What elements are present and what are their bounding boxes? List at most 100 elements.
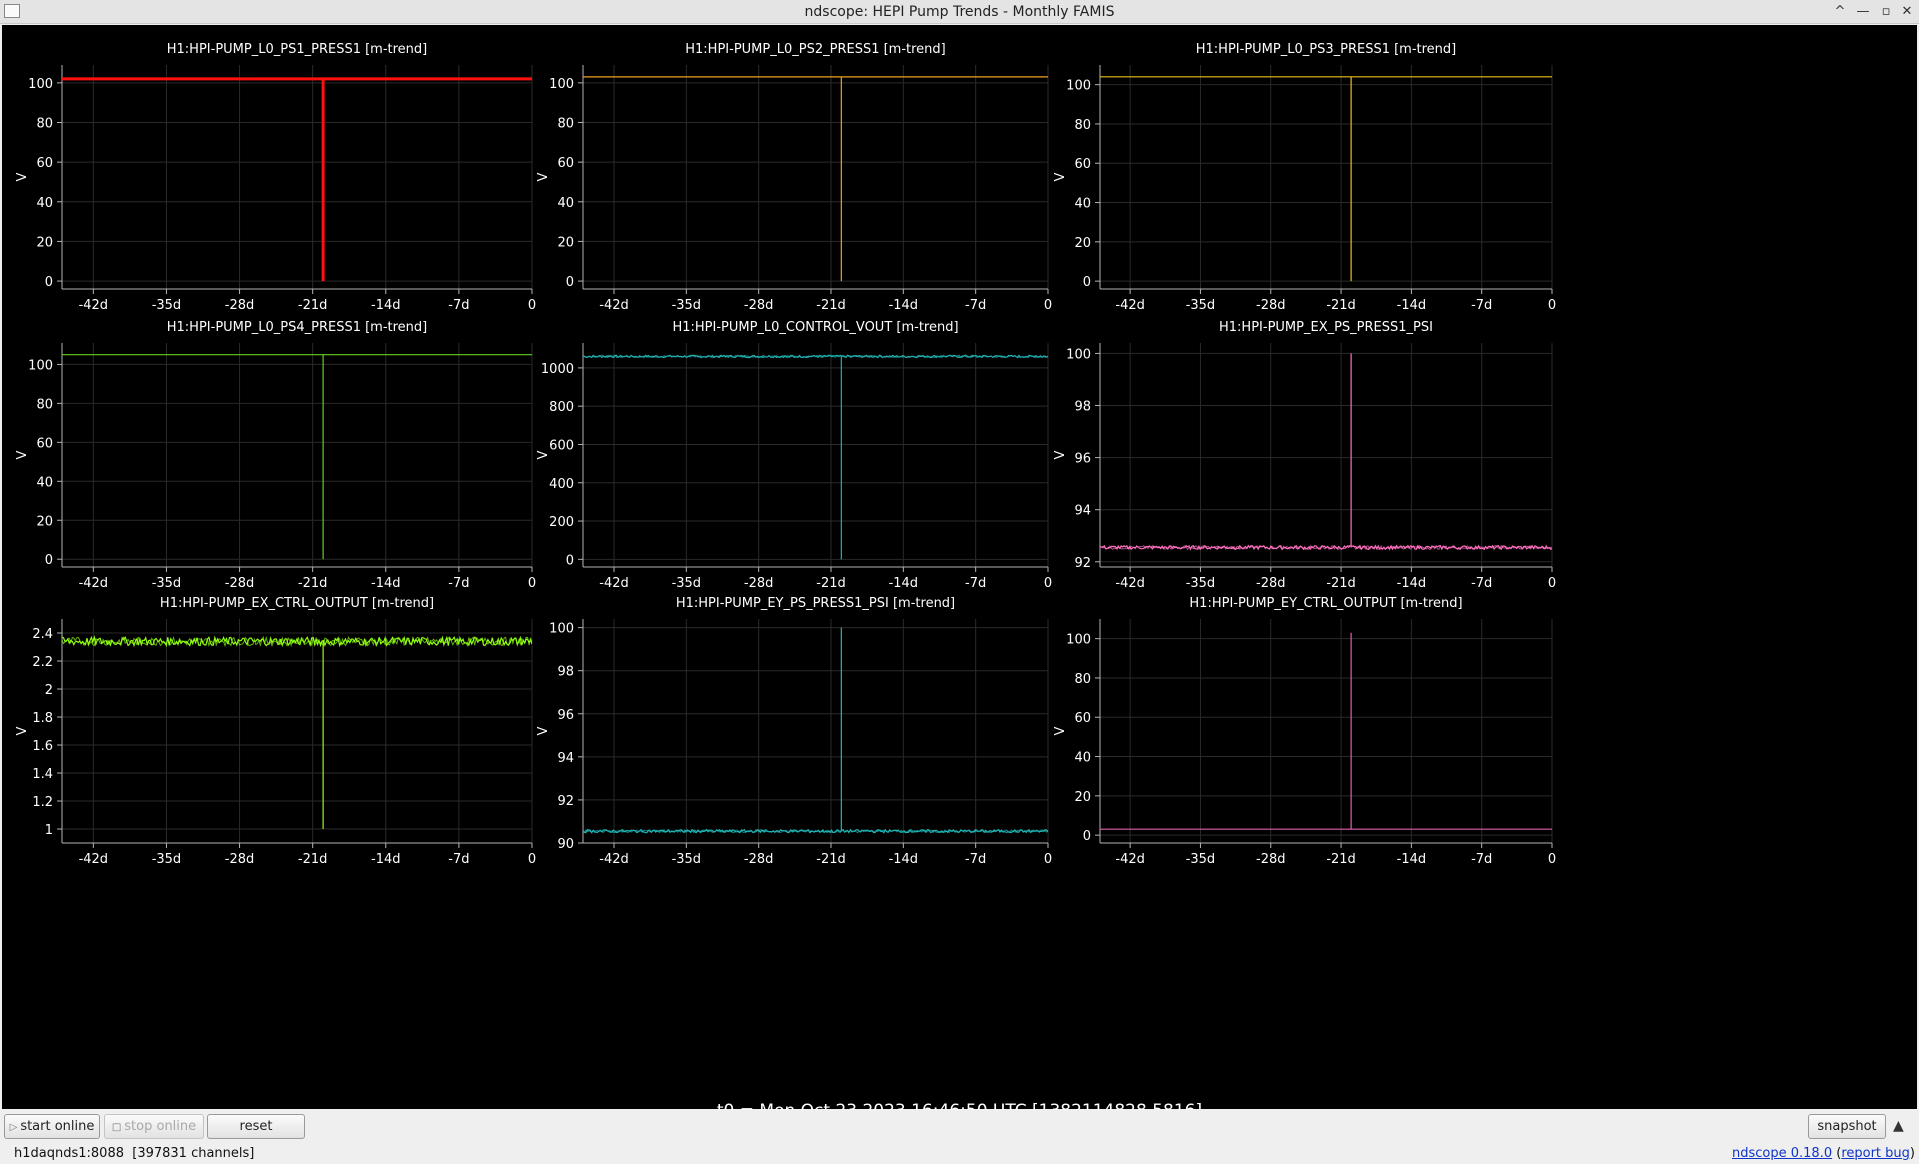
x-tick-label: -28d xyxy=(744,576,774,591)
y-tick-label: 80 xyxy=(36,116,53,131)
y-tick-label: 2.4 xyxy=(32,627,53,642)
y-tick-label: 60 xyxy=(36,156,53,171)
plot-panel[interactable]: H1:HPI-PUMP_L0_PS3_PRESS1 [m-trend] 0 20 40… xyxy=(1053,42,1556,313)
x-tick-label: -21d xyxy=(816,576,846,591)
y-axis-label: V xyxy=(15,726,30,735)
plot-panel[interactable]: H1:HPI-PUMP_L0_PS2_PRESS1 [m-trend] 0 20 40… xyxy=(536,42,1052,313)
y-tick-label: 60 xyxy=(1074,711,1091,726)
snapshot-button[interactable]: snapshot xyxy=(1808,1114,1886,1139)
y-tick-label: 92 xyxy=(1074,556,1091,571)
plot-panel[interactable]: H1:HPI-PUMP_L0_PS1_PRESS1 [m-trend] 0 20 40… xyxy=(15,42,536,313)
y-tick-label: 60 xyxy=(1074,157,1091,172)
plot-panel[interactable]: H1:HPI-PUMP_EX_PS_PRESS1_PSI 92 94 96 98 100 -… xyxy=(1053,320,1556,591)
x-tick-label: 0 xyxy=(1548,298,1556,313)
y-tick-label: 100 xyxy=(28,77,53,92)
y-tick-label: 1.2 xyxy=(32,795,53,810)
plot-area[interactable]: H1:HPI-PUMP_L0_PS1_PRESS1 [m-trend] 0 20 40… xyxy=(2,25,1917,1121)
trace-group xyxy=(62,354,532,560)
start-online-button[interactable]: ▷ start online xyxy=(4,1114,100,1139)
x-tick-label: 0 xyxy=(1044,298,1052,313)
minimize-button[interactable]: — xyxy=(1853,2,1873,22)
y-tick-label: 40 xyxy=(1074,197,1091,212)
y-tick-label: 0 xyxy=(566,553,574,568)
x-tick-label: -42d xyxy=(1115,852,1145,867)
report-bug-link[interactable]: report bug xyxy=(1841,1146,1910,1161)
y-tick-label: 20 xyxy=(557,235,574,250)
expand-triangle-icon[interactable]: ▲ xyxy=(1893,1118,1904,1134)
y-tick-label: 60 xyxy=(557,156,574,171)
x-tick-label: 0 xyxy=(528,576,536,591)
x-tick-label: -7d xyxy=(448,298,469,313)
plot-title: H1:HPI-PUMP_L0_PS2_PRESS1 [m-trend] xyxy=(685,42,946,57)
x-tick-label: -42d xyxy=(1115,298,1145,313)
plot-panel[interactable]: H1:HPI-PUMP_EY_PS_PRESS1_PSI [m-trend] 90… xyxy=(536,596,1052,867)
y-axis-label: V xyxy=(536,726,551,735)
y-tick-label: 100 xyxy=(1066,79,1091,94)
x-tick-label: -7d xyxy=(1471,576,1492,591)
toolbar: ▷ start online □ stop online reset snapsho… xyxy=(0,1110,1919,1142)
trace-group xyxy=(62,635,532,829)
status-bar: h1daqnds1:8088 [397831 channels] ndscope… xyxy=(0,1142,1919,1164)
x-tick-label: -42d xyxy=(599,852,629,867)
plot-panel[interactable]: H1:HPI-PUMP_L0_PS4_PRESS1 [m-trend] 0 20 40… xyxy=(15,320,536,591)
y-tick-label: 90 xyxy=(557,837,574,852)
trace-group xyxy=(583,627,1048,834)
x-tick-label: -7d xyxy=(448,576,469,591)
trace-group xyxy=(583,354,1048,560)
x-tick-label: -35d xyxy=(672,576,702,591)
x-tick-label: -35d xyxy=(1186,852,1216,867)
y-tick-label: 100 xyxy=(1066,633,1091,648)
x-tick-label: -42d xyxy=(599,576,629,591)
y-tick-label: 400 xyxy=(549,477,574,492)
x-tick-label: -7d xyxy=(1471,852,1492,867)
y-tick-label: 80 xyxy=(1074,672,1091,687)
x-tick-label: -14d xyxy=(371,298,401,313)
reset-button[interactable]: reset xyxy=(207,1114,305,1139)
window-title: ndscope: HEPI Pump Trends - Monthly FAMI… xyxy=(804,4,1115,20)
y-tick-label: 80 xyxy=(36,397,53,412)
x-tick-label: -7d xyxy=(965,298,986,313)
x-tick-label: -14d xyxy=(1397,298,1427,313)
plot-title: H1:HPI-PUMP_EY_CTRL_OUTPUT [m-trend] xyxy=(1189,596,1462,611)
x-tick-label: 0 xyxy=(528,298,536,313)
plot-title: H1:HPI-PUMP_L0_PS1_PRESS1 [m-trend] xyxy=(167,42,428,57)
plot-title: H1:HPI-PUMP_EX_CTRL_OUTPUT [m-trend] xyxy=(160,596,434,611)
y-axis-label: V xyxy=(1053,450,1068,459)
y-tick-label: 800 xyxy=(549,400,574,415)
x-tick-label: -42d xyxy=(79,576,109,591)
version-link[interactable]: ndscope 0.18.0 xyxy=(1732,1146,1832,1161)
plot-panel[interactable]: H1:HPI-PUMP_EY_CTRL_OUTPUT [m-trend] 0 20 4… xyxy=(1053,596,1556,867)
y-tick-label: 60 xyxy=(36,436,53,451)
trace-group xyxy=(1100,353,1552,551)
y-tick-label: 98 xyxy=(1074,400,1091,415)
trace-group xyxy=(1100,632,1552,830)
y-tick-label: 0 xyxy=(566,275,574,290)
maximize-button[interactable]: ▫ xyxy=(1876,2,1896,22)
y-axis-label: V xyxy=(1053,172,1068,181)
x-tick-label: -35d xyxy=(1186,298,1216,313)
plot-title: H1:HPI-PUMP_EY_PS_PRESS1_PSI [m-trend] xyxy=(676,596,955,611)
x-tick-label: -14d xyxy=(889,852,919,867)
server-address: h1daqnds1:8088 xyxy=(14,1146,124,1161)
y-tick-label: 96 xyxy=(1074,452,1091,467)
plot-panel[interactable]: H1:HPI-PUMP_L0_CONTROL_VOUT [m-trend] 0 20… xyxy=(536,320,1052,591)
close-button[interactable]: ✕ xyxy=(1897,2,1917,22)
y-tick-label: 1.8 xyxy=(32,711,53,726)
x-tick-label: -35d xyxy=(672,298,702,313)
trace-group xyxy=(62,77,532,282)
x-tick-label: -35d xyxy=(152,576,182,591)
plot-title: H1:HPI-PUMP_L0_PS4_PRESS1 [m-trend] xyxy=(167,320,428,335)
y-tick-label: 0 xyxy=(1083,275,1091,290)
plot-grid[interactable]: H1:HPI-PUMP_L0_PS1_PRESS1 [m-trend] 0 20 40… xyxy=(2,25,1917,1095)
y-axis-label: V xyxy=(15,450,30,459)
x-tick-label: -35d xyxy=(1186,576,1216,591)
y-tick-label: 40 xyxy=(1074,751,1091,766)
y-tick-label: 96 xyxy=(557,708,574,723)
x-tick-label: -21d xyxy=(298,852,328,867)
x-tick-label: -28d xyxy=(1256,852,1286,867)
y-tick-label: 20 xyxy=(1074,236,1091,251)
keep-above-button[interactable]: ^ xyxy=(1830,2,1850,22)
x-tick-label: -28d xyxy=(1256,298,1286,313)
plot-panel[interactable]: H1:HPI-PUMP_EX_CTRL_OUTPUT [m-trend] 1 1.2… xyxy=(15,596,536,867)
x-tick-label: -28d xyxy=(225,298,255,313)
